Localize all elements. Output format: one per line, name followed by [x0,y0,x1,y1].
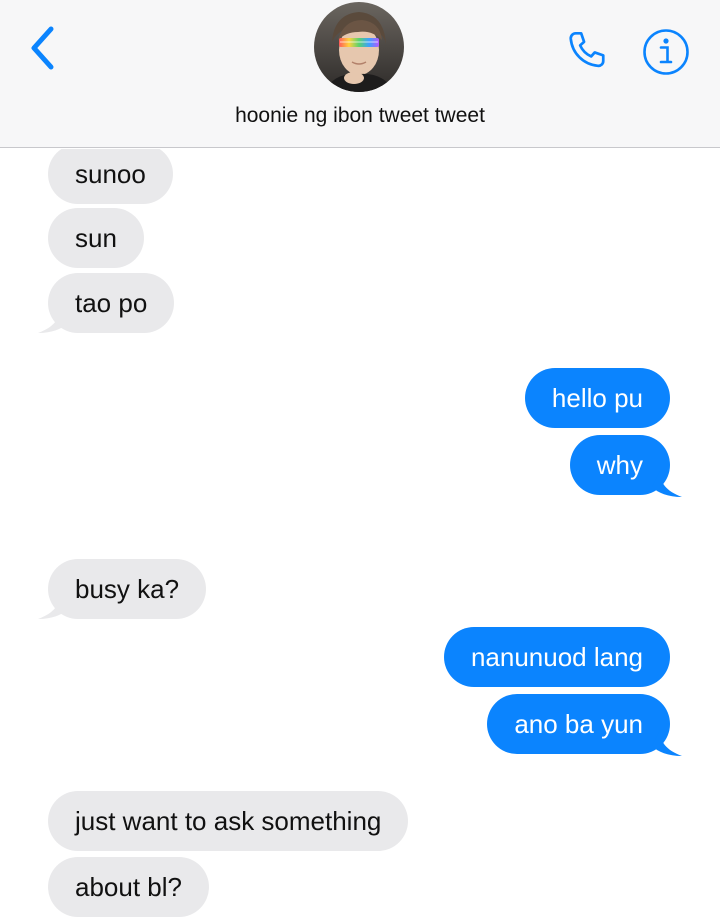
bubble-tail [38,593,68,619]
bubble-tail [652,471,682,497]
incoming-message[interactable]: about bl? [48,857,209,917]
call-button[interactable] [562,26,612,76]
incoming-message[interactable]: busy ka? [48,559,207,619]
outgoing-message[interactable]: nanunuod lang [443,627,670,687]
phone-icon [569,31,605,68]
bubble-tail [652,730,682,756]
back-button[interactable] [26,24,60,72]
conversation-header: hoonie ng ibon tweet tweet [0,0,720,148]
incoming-message[interactable]: sun [48,208,144,268]
chevron-left-icon [31,26,54,70]
outgoing-message[interactable]: ano ba yun [487,694,670,754]
incoming-message[interactable]: just want to ask something [48,791,409,851]
bubble-tail [38,307,68,333]
info-icon [643,29,689,75]
info-button[interactable] [640,26,692,78]
message-thread[interactable]: sunoo sun tao po hello pu why busy ka? n… [0,149,720,919]
outgoing-message[interactable]: hello pu [524,368,670,428]
incoming-message[interactable]: sunoo [48,149,173,204]
contact-name[interactable]: hoonie ng ibon tweet tweet [0,104,720,128]
contact-avatar[interactable] [314,2,404,92]
